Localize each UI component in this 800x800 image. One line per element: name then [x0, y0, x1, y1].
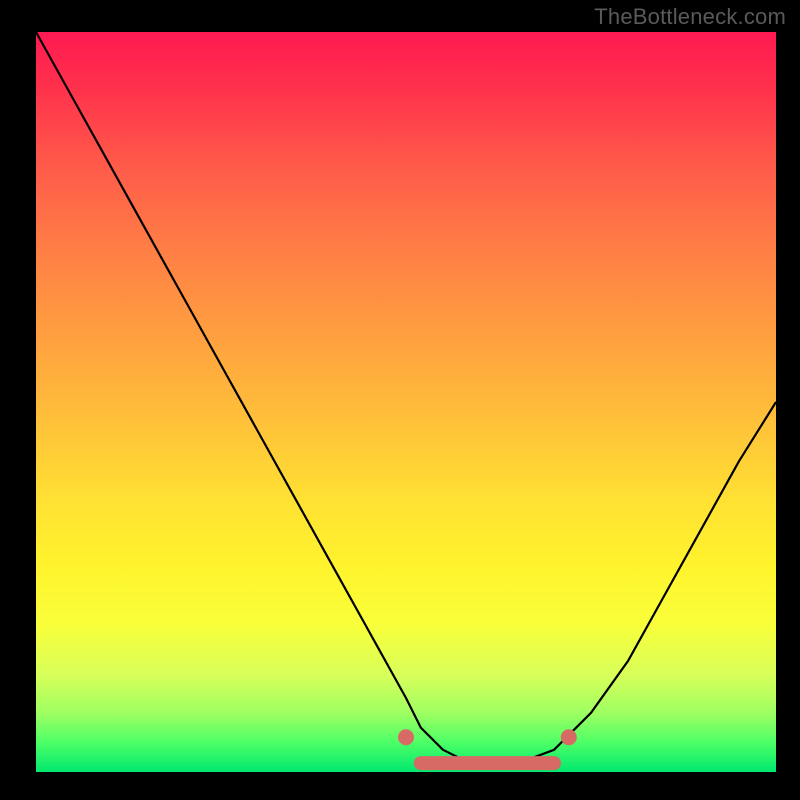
- watermark-text: TheBottleneck.com: [594, 4, 786, 30]
- bottleneck-curve-line: [36, 32, 776, 765]
- bottleneck-curve-svg: [36, 32, 776, 772]
- chart-plot-area: [36, 32, 776, 772]
- optimal-region-marker: [398, 729, 577, 763]
